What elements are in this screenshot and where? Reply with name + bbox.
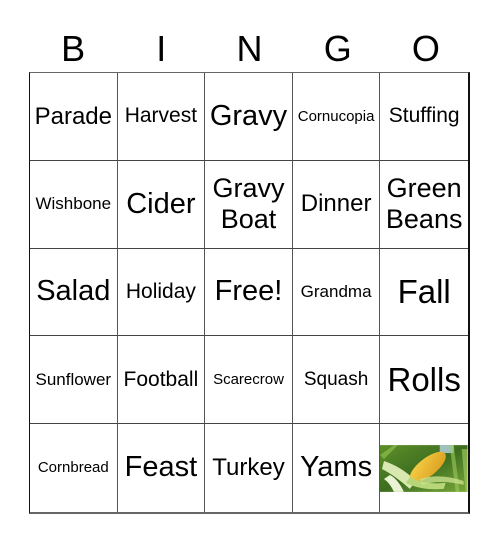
bingo-cell[interactable]: Football: [117, 336, 206, 425]
image-cell[interactable]: [380, 424, 468, 512]
bingo-cell[interactable]: Sunflower: [30, 336, 118, 425]
bingo-cell[interactable]: Cornucopia: [292, 73, 381, 161]
header-letter-i: I: [156, 28, 167, 69]
bingo-cell[interactable]: Holiday: [117, 248, 206, 337]
corn-cob-image: [380, 444, 468, 492]
bingo-cell[interactable]: Fall: [380, 249, 468, 337]
bingo-cell[interactable]: Harvest: [117, 73, 206, 161]
bingo-cell[interactable]: Squash: [292, 336, 381, 425]
bingo-cell[interactable]: Gravy Boat: [205, 160, 293, 249]
bingo-cell[interactable]: Cider: [117, 160, 206, 249]
bingo-cell[interactable]: Parade: [30, 73, 118, 161]
bingo-cell[interactable]: Stuffing: [380, 73, 468, 161]
header-letter-n: N: [236, 28, 263, 69]
bingo-cell[interactable]: Feast: [118, 424, 206, 512]
bingo-header: B I N G O: [29, 26, 470, 72]
bingo-card-grid: Parade Harvest Gravy Cornucopia Stuffing…: [29, 72, 470, 514]
bingo-cell[interactable]: Turkey: [205, 424, 293, 512]
bingo-cell[interactable]: Wishbone: [30, 160, 118, 249]
header-letter-g: G: [323, 28, 352, 69]
bingo-cell[interactable]: Green Beans: [380, 161, 468, 249]
bingo-cell[interactable]: Yams: [293, 424, 381, 512]
bingo-cell[interactable]: Rolls: [380, 336, 468, 425]
bingo-cell[interactable]: Dinner: [292, 160, 381, 249]
bingo-cell[interactable]: Scarecrow: [205, 336, 293, 425]
free-space-cell[interactable]: Free!: [205, 248, 293, 337]
bingo-cell[interactable]: Cornbread: [30, 424, 118, 512]
bingo-cell[interactable]: Salad: [30, 248, 118, 337]
header-letter-o: O: [411, 28, 440, 69]
header-letter-b: B: [61, 28, 86, 69]
bingo-cell[interactable]: Gravy: [205, 73, 293, 161]
bingo-cell[interactable]: Grandma: [292, 248, 381, 337]
